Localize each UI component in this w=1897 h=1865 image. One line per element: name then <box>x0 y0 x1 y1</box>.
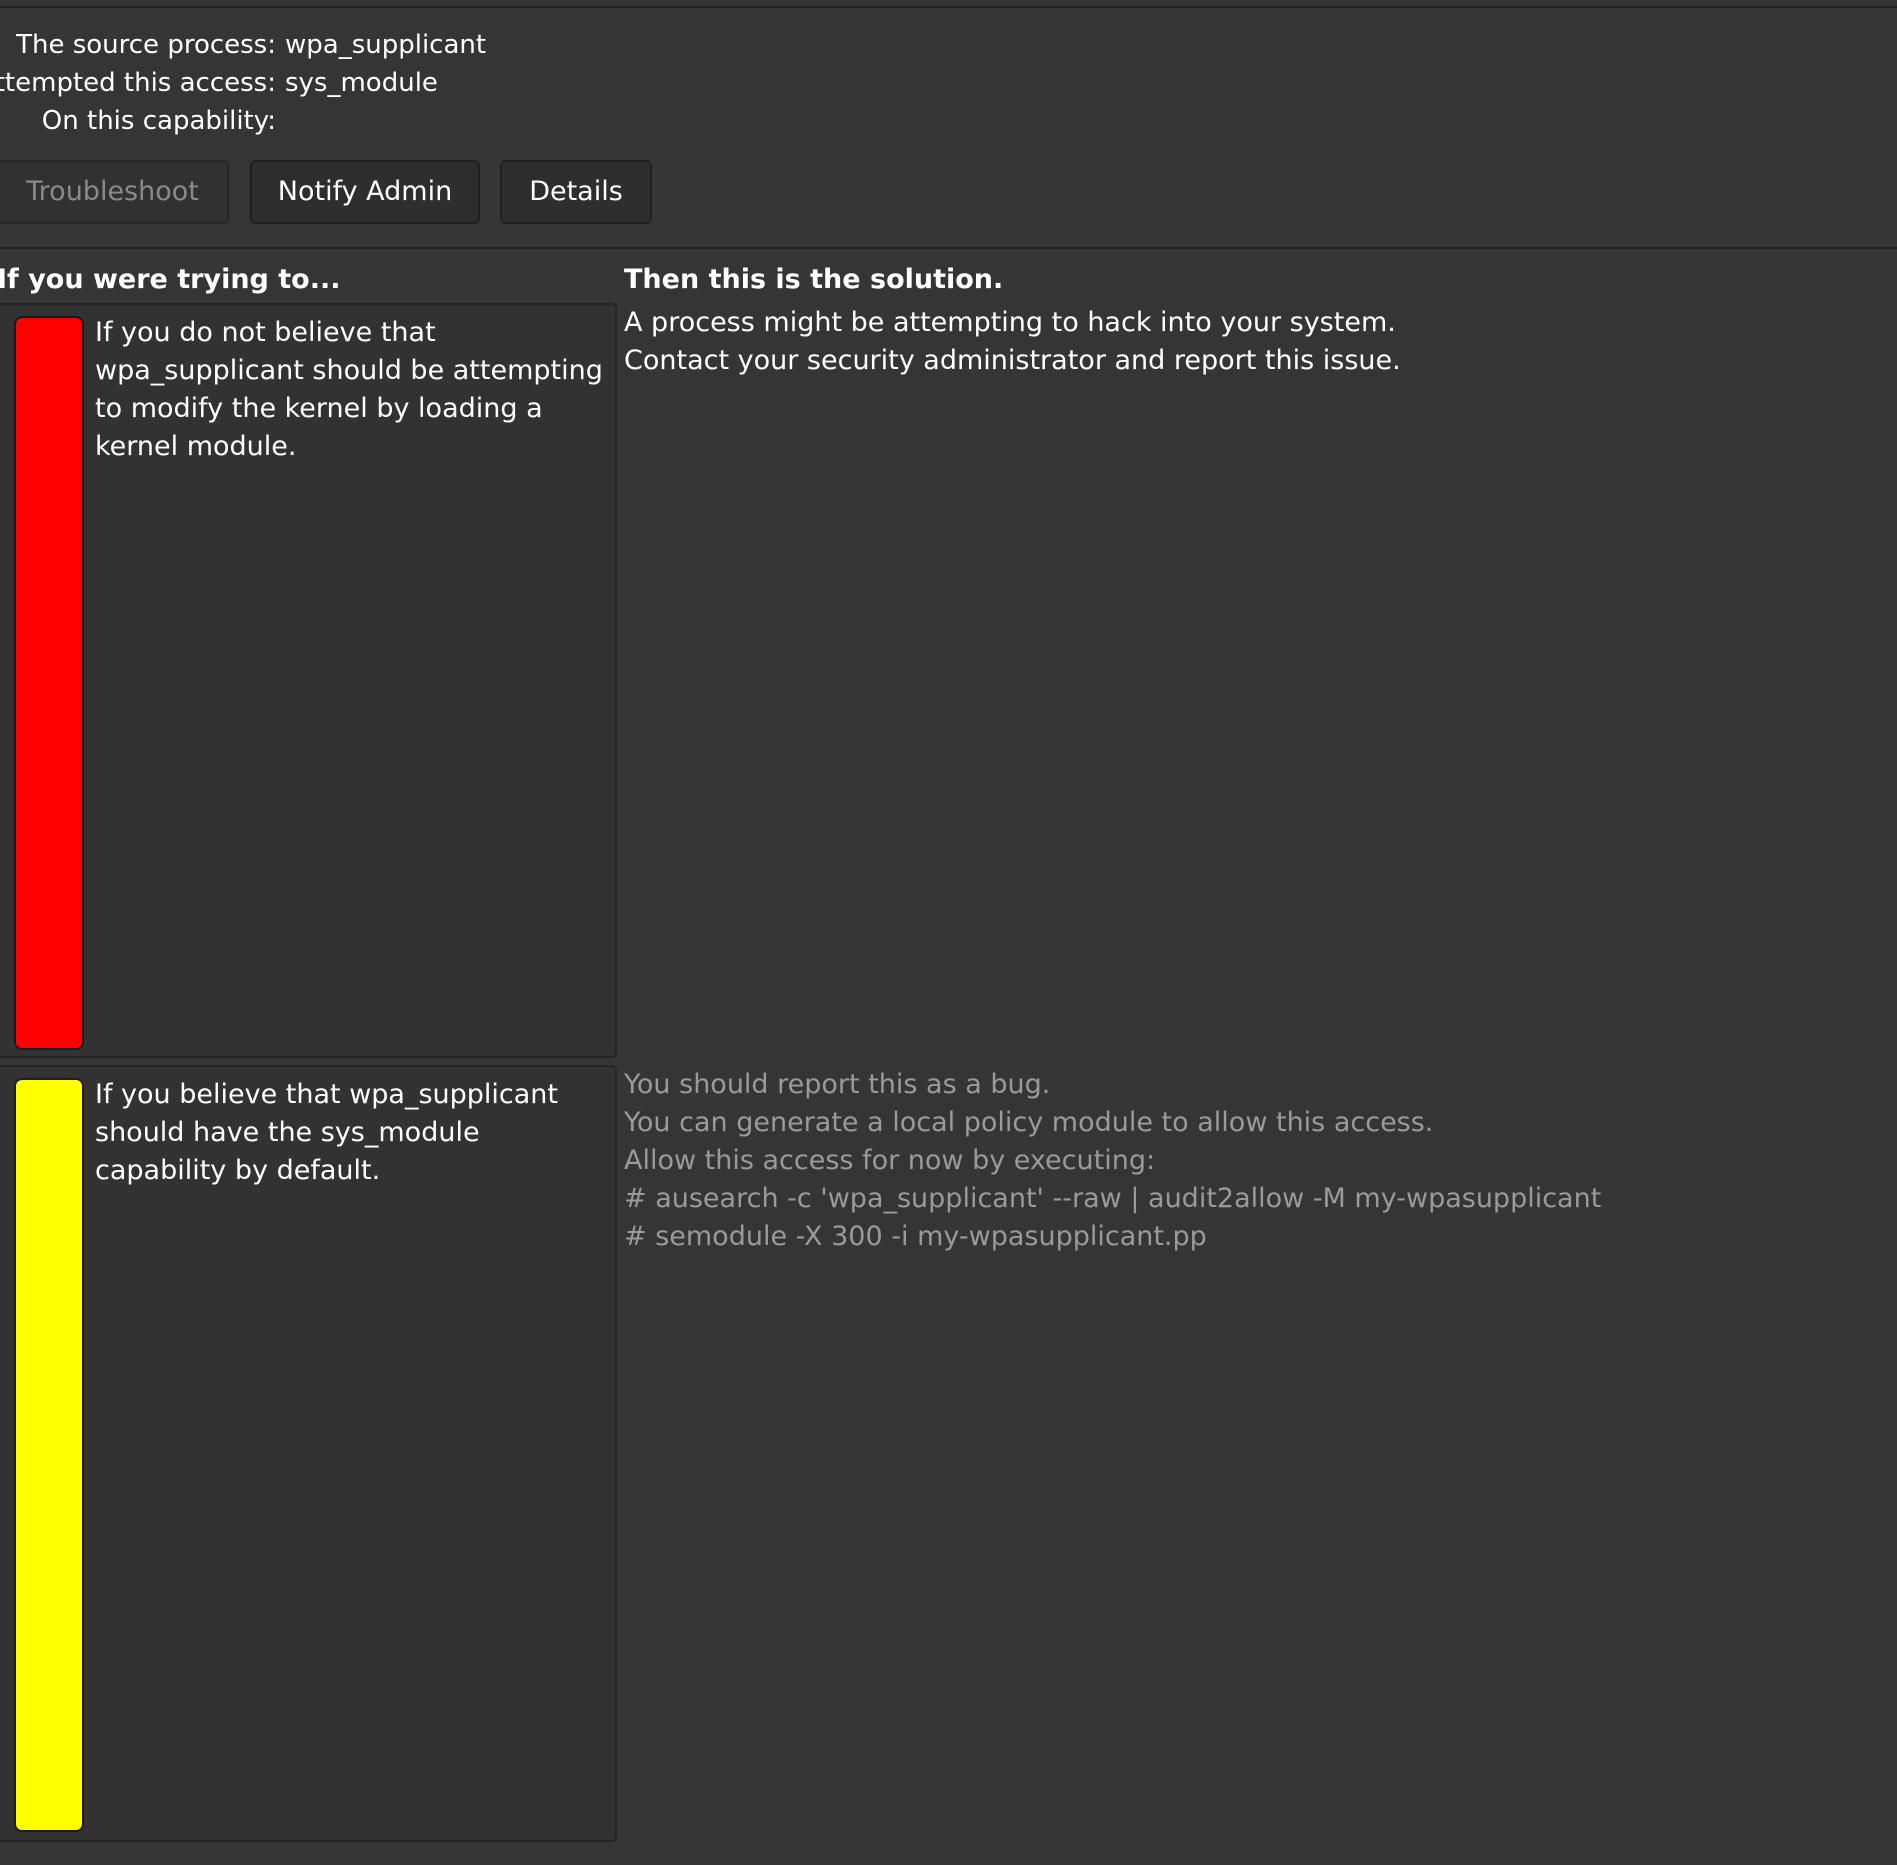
severity-bar-yellow <box>14 1078 84 1832</box>
solution-line: Contact your security administrator and … <box>624 345 1401 376</box>
troubleshoot-button[interactable]: Troubleshoot <box>0 160 229 224</box>
plugin-solution-2: You should report this as a bug. You can… <box>624 1066 1601 1256</box>
plugin-panel-1[interactable]: If you do not believe that wpa_supplican… <box>0 303 617 1058</box>
plugin-if-text-1: If you do not believe that wpa_supplican… <box>95 317 603 462</box>
capability-label: On this capability: <box>41 106 276 136</box>
plugin-if-text-2: If you believe that wpa_supplicant shoul… <box>95 1079 559 1186</box>
solution-command-line: # semodule -X 300 -i my-wpasupplicant.pp <box>624 1221 1207 1252</box>
attempted-access-value: sys_module <box>285 68 438 98</box>
top-divider <box>0 6 1897 8</box>
notify-admin-button[interactable]: Notify Admin <box>250 160 480 224</box>
solution-command-line: # ausearch -c 'wpa_supplicant' --raw | a… <box>624 1183 1602 1214</box>
header-separator <box>0 247 1897 249</box>
attempted-access-label: Attempted this access: <box>0 68 276 98</box>
solution-line: You can generate a local policy module t… <box>624 1107 1434 1138</box>
trying-column-header: If you were trying to... <box>0 264 341 295</box>
source-process-value: wpa_supplicant <box>285 30 487 60</box>
details-button[interactable]: Details <box>500 160 652 224</box>
solution-line: You should report this as a bug. <box>624 1069 1051 1100</box>
severity-bar-red <box>14 316 84 1050</box>
solution-column-header: Then this is the solution. <box>624 264 1004 295</box>
solution-line: A process might be attempting to hack in… <box>624 307 1396 338</box>
setroubleshoot-alert-view: The source process: wpa_supplicant Attem… <box>0 0 1897 1865</box>
plugin-solution-1: A process might be attempting to hack in… <box>624 304 1401 380</box>
solution-line: Allow this access for now by executing: <box>624 1145 1156 1176</box>
source-process-label: The source process: <box>16 30 276 60</box>
plugin-panel-2[interactable]: If you believe that wpa_supplicant shoul… <box>0 1065 617 1842</box>
